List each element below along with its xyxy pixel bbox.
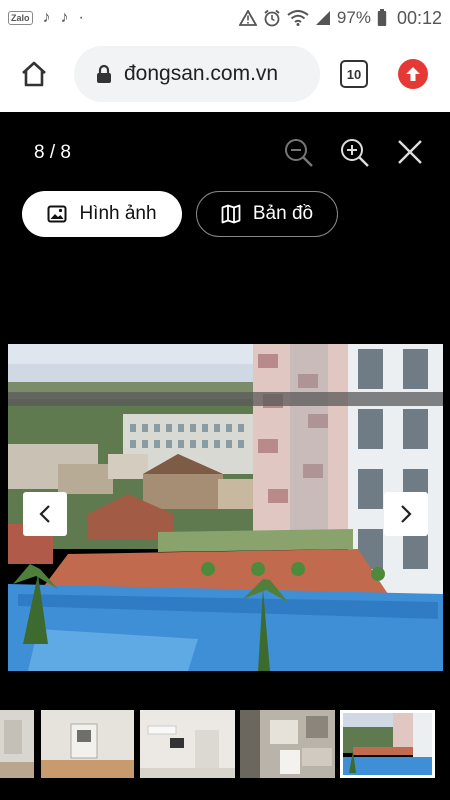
map-icon [221, 204, 241, 224]
next-photo-button[interactable] [384, 492, 428, 536]
photo-viewer: 8 / 8 Hình ảnh Bản đồ [0, 112, 450, 800]
browser-toolbar: đongsan.com.vn 10 [0, 36, 450, 112]
previous-photo-button[interactable] [23, 492, 67, 536]
chevron-right-icon [401, 505, 412, 523]
tab-photos-label: Hình ảnh [79, 203, 157, 224]
tab-map-label: Bản đồ [252, 203, 314, 224]
thumbnail-4[interactable] [0, 710, 34, 778]
battery-percentage: 97% [336, 8, 371, 27]
thumbnail-5[interactable] [41, 710, 134, 778]
wifi-icon [287, 10, 309, 26]
close-icon [398, 140, 422, 164]
zoom-in-icon [341, 139, 369, 167]
arrow-up-icon [406, 67, 420, 81]
signal-icon [315, 11, 330, 25]
zalo-notification-icon: Zalo [8, 11, 33, 25]
url-text: đongsan.com.vn [124, 62, 279, 85]
more-notifications-dot: · [78, 9, 84, 26]
photo-counter: 8 / 8 [34, 142, 71, 163]
apartment-pool-photo [8, 344, 443, 671]
alert-icon [238, 10, 257, 26]
status-bar: Zalo ♪ ♪ · 97% 00:12 [0, 0, 450, 36]
update-button[interactable] [398, 59, 428, 89]
home-icon [22, 61, 46, 87]
tiktok-notification-icon: ♪ [42, 9, 51, 26]
thumbnail-8-active[interactable] [340, 710, 435, 778]
home-button[interactable] [14, 54, 54, 94]
tab-photos[interactable]: Hình ảnh [22, 191, 182, 237]
chevron-left-icon [39, 505, 50, 523]
thumbnail-6[interactable] [140, 710, 235, 778]
clock: 00:12 [396, 7, 442, 28]
zoom-out-button[interactable] [284, 138, 314, 173]
address-bar[interactable]: đongsan.com.vn [74, 46, 320, 102]
image-icon [47, 205, 67, 223]
tab-map[interactable]: Bản đồ [196, 191, 338, 237]
thumbnail-strip [0, 710, 450, 778]
main-photo[interactable] [8, 344, 443, 671]
tiktok-notification-icon-2: ♪ [60, 9, 69, 26]
battery-icon [377, 9, 387, 26]
zoom-in-button[interactable] [340, 138, 370, 173]
lock-icon [97, 64, 111, 83]
zoom-out-icon [285, 139, 313, 167]
close-button[interactable] [396, 138, 424, 171]
thumbnail-7[interactable] [240, 710, 335, 778]
tab-switcher-button[interactable]: 10 [340, 60, 368, 88]
alarm-icon [264, 9, 280, 27]
